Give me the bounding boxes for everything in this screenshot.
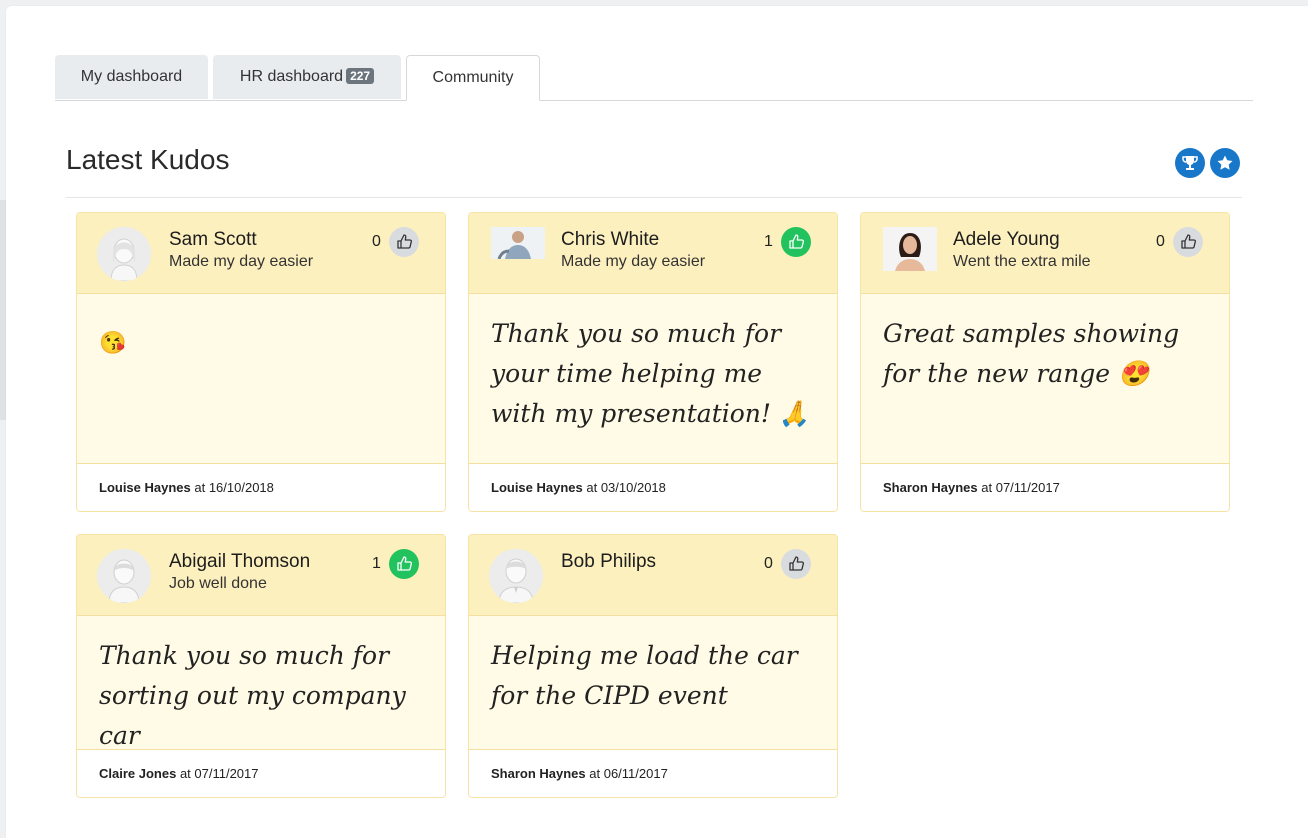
avatar [883,227,937,271]
like-count: 1 [372,555,381,572]
leaderboard-button[interactable] [1175,148,1205,178]
tab-community[interactable]: Community [406,55,540,101]
recipient-name: Sam Scott [169,229,257,250]
kudos-card: Sam Scott Made my day easier 0 😘 Louise … [76,212,446,512]
kudos-card-footer: Sharon Haynes at 06/11/2017 [469,751,837,797]
kudos-card-body: Thank you so much for sorting out my com… [77,616,445,750]
like-button[interactable] [389,227,419,257]
like-count: 0 [372,233,381,250]
like-button[interactable] [1173,227,1203,257]
kudos-reason: Made my day easier [561,253,706,270]
recipient-name: Chris White [561,229,660,250]
star-icon [1217,155,1233,170]
trophy-icon [1182,156,1198,170]
like-button[interactable] [389,549,419,579]
kudos-message: Great samples showing for the new range … [883,319,1180,388]
like-button[interactable] [781,227,811,257]
kudos-card-footer: Louise Haynes at 03/10/2018 [469,465,837,511]
kudos-card-footer: Louise Haynes at 16/10/2018 [77,465,445,511]
tab-label: My dashboard [80,68,183,85]
thumbs-up-icon [789,234,804,249]
kudos-card-footer: Sharon Haynes at 07/11/2017 [861,465,1229,511]
thumbs-up-icon [1181,234,1196,249]
like-button[interactable] [781,549,811,579]
avatar [491,227,545,259]
sender-name: Sharon Haynes [883,480,978,495]
kudos-card: Adele Young Went the extra mile 0 Great … [860,212,1230,512]
kudos-card: Abigail Thomson Job well done 1 Thank yo… [76,534,446,798]
kudos-card-body: Thank you so much for your time helping … [469,294,837,464]
avatar [97,227,151,281]
recipient-name: Adele Young [953,229,1060,250]
kudos-card: Bob Philips 0 Helping me load the car fo… [468,534,838,798]
kudos-card-body: 😘 [77,294,445,464]
kudos-reason: Made my day easier [169,253,314,270]
avatar [489,549,543,603]
count-badge: 227 [346,67,375,84]
kudos-message: Thank you so much for your time helping … [491,319,811,428]
tab-label: Community [432,69,514,86]
sender-name: Louise Haynes [99,480,191,495]
kudos-card-footer: Claire Jones at 07/11/2017 [77,751,445,797]
recipient-name: Bob Philips [561,551,657,572]
sender-name: Sharon Haynes [491,766,586,781]
kudos-date: at 16/10/2018 [190,480,274,495]
kudos-date: at 03/10/2018 [582,480,666,495]
kudos-card-header: Abigail Thomson Job well done 1 [77,535,445,616]
thumbs-up-icon [397,556,412,571]
kudos-card-body: Helping me load the car for the CIPD eve… [469,616,837,750]
like-count: 0 [764,555,773,572]
kudos-date: at 06/11/2017 [585,766,668,781]
kudos-date: at 07/11/2017 [977,480,1060,495]
divider [66,197,1242,198]
kudos-reason: Job well done [169,575,267,592]
tab-my-dashboard[interactable]: My dashboard [55,55,208,99]
tab-hr-dashboard[interactable]: HR dashboard 227 [213,55,401,99]
thumbs-up-icon [397,234,412,249]
favourites-button[interactable] [1210,148,1240,178]
kudos-message: 😘 [99,331,127,356]
section-title: Latest Kudos [66,144,230,175]
thumbs-up-icon [789,556,804,571]
like-count: 1 [764,233,773,250]
recipient-name: Abigail Thomson [169,551,311,572]
main-panel: My dashboard HR dashboard 227 Community L… [6,6,1308,838]
kudos-card-body: Great samples showing for the new range … [861,294,1229,464]
kudos-card-header: Bob Philips 0 [469,535,837,616]
kudos-date: at 07/11/2017 [176,766,259,781]
kudos-card: Chris White Made my day easier 1 Thank y… [468,212,838,512]
kudos-card-header: Adele Young Went the extra mile 0 [861,213,1229,294]
tab-label: HR dashboard [239,68,344,85]
like-count: 0 [1156,233,1165,250]
kudos-reason: Went the extra mile [953,253,1091,270]
sender-name: Louise Haynes [491,480,583,495]
avatar [97,549,151,603]
kudos-message: Helping me load the car for the CIPD eve… [491,641,798,710]
kudos-message: Thank you so much for sorting out my com… [99,641,406,750]
sender-name: Claire Jones [99,766,177,781]
kudos-card-header: Chris White Made my day easier 1 [469,213,837,294]
kudos-card-header: Sam Scott Made my day easier 0 [77,213,445,294]
tab-bar: My dashboard HR dashboard 227 Community [55,55,1253,101]
